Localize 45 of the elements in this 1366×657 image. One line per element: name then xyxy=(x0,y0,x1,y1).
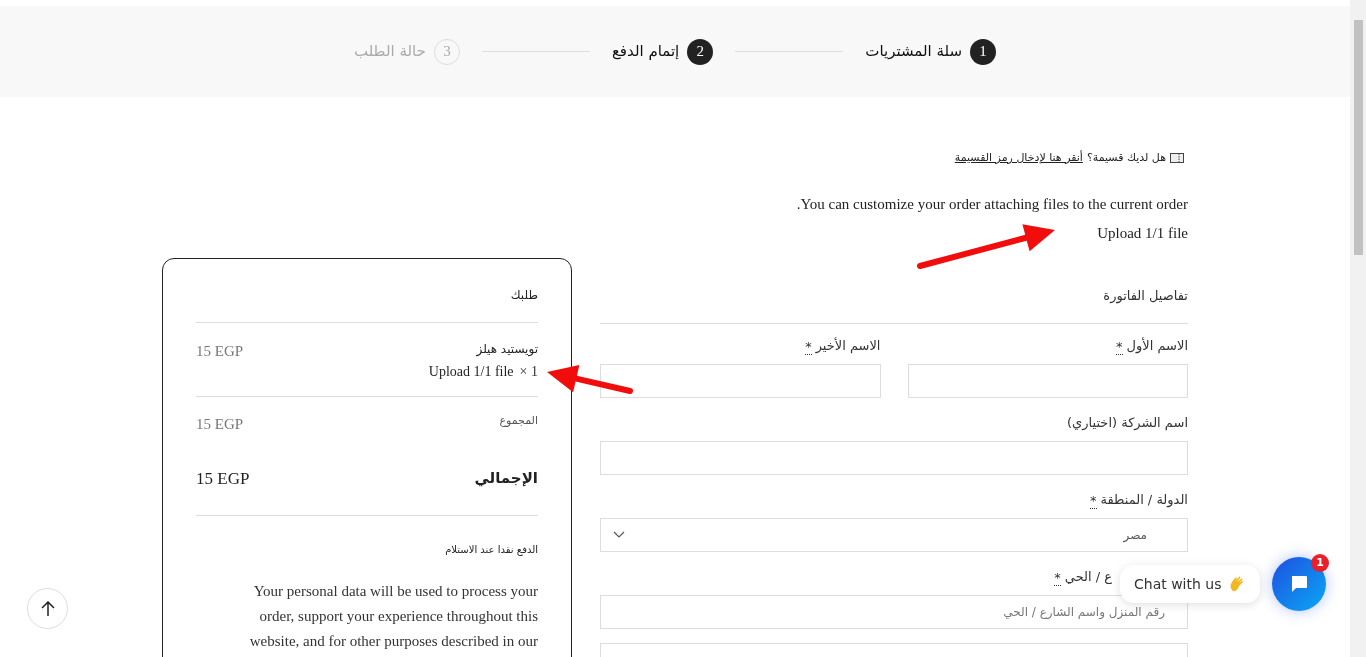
country-select[interactable]: مصر xyxy=(600,518,1188,552)
input-field[interactable]: رقم المنزل واسم الشارع / الحي xyxy=(600,595,1188,629)
required-mark: * xyxy=(1116,340,1123,355)
required-mark: * xyxy=(1090,494,1097,509)
total-value: 15 EGP xyxy=(196,467,250,490)
input-field[interactable] xyxy=(600,364,881,398)
total-label: الإجمالي xyxy=(474,468,538,489)
field-label: اسم الشركة (اختياري) xyxy=(1067,413,1188,432)
customize-note: You can customize your order attaching files to the current order. xyxy=(796,195,1188,214)
product-name: تويستيد هيلز xyxy=(476,341,538,358)
upload-note: Upload 1/1 file xyxy=(428,363,514,381)
step-label: حالة الطلب xyxy=(353,41,426,63)
field-label: ع / الحي xyxy=(1064,567,1112,586)
field-label: الدولة / المنطقة xyxy=(1100,490,1188,509)
product-price: 15 EGP xyxy=(196,342,244,361)
field-label: الاسم الأول xyxy=(1126,336,1188,355)
scroll-to-top-button[interactable] xyxy=(27,588,68,629)
payment-method: الدفع نقدا عند الاستلام xyxy=(444,543,538,557)
field-label: الاسم الأخير xyxy=(815,336,881,355)
required-mark: * xyxy=(1054,571,1061,586)
coupon-question: هل لديك قسيمة؟ xyxy=(1086,149,1166,166)
step-label: إتمام الدفع xyxy=(611,41,680,63)
coupon-link[interactable]: أنقر هنا لإدخال رمز القسيمة xyxy=(954,149,1083,167)
step-label: سلة المشتريات xyxy=(865,41,963,63)
ticket-icon xyxy=(1170,153,1184,163)
subtotal-label: المجموع xyxy=(499,413,538,429)
step-number: 2 xyxy=(687,38,714,65)
input-field[interactable] xyxy=(600,441,1188,475)
billing-title: تفاصيل الفاتورة xyxy=(1102,287,1188,306)
step-number: 1 xyxy=(970,38,997,65)
chat-prompt[interactable]: Chat with us xyxy=(1120,565,1260,603)
chat-button[interactable] xyxy=(1272,557,1326,611)
subtotal-value: 15 EGP xyxy=(196,415,244,434)
order-title: طلبك xyxy=(509,287,538,304)
chat-bubble-icon xyxy=(1289,574,1309,594)
required-mark: * xyxy=(805,340,812,355)
product-quantity: × 1 xyxy=(519,363,538,381)
input-field[interactable] xyxy=(907,364,1188,398)
chevron-down-icon xyxy=(613,531,625,539)
upload-link[interactable]: Upload 1/1 file xyxy=(1097,221,1188,244)
arrow-up-icon xyxy=(40,600,55,617)
privacy-text: Your personal data will be used to process your order, support your experience throughout this website, and for other purposes described in our xyxy=(248,582,538,651)
select-value: مصر xyxy=(1123,527,1147,544)
notification-badge: 1 xyxy=(1311,554,1329,572)
scrollbar[interactable] xyxy=(1350,0,1366,657)
